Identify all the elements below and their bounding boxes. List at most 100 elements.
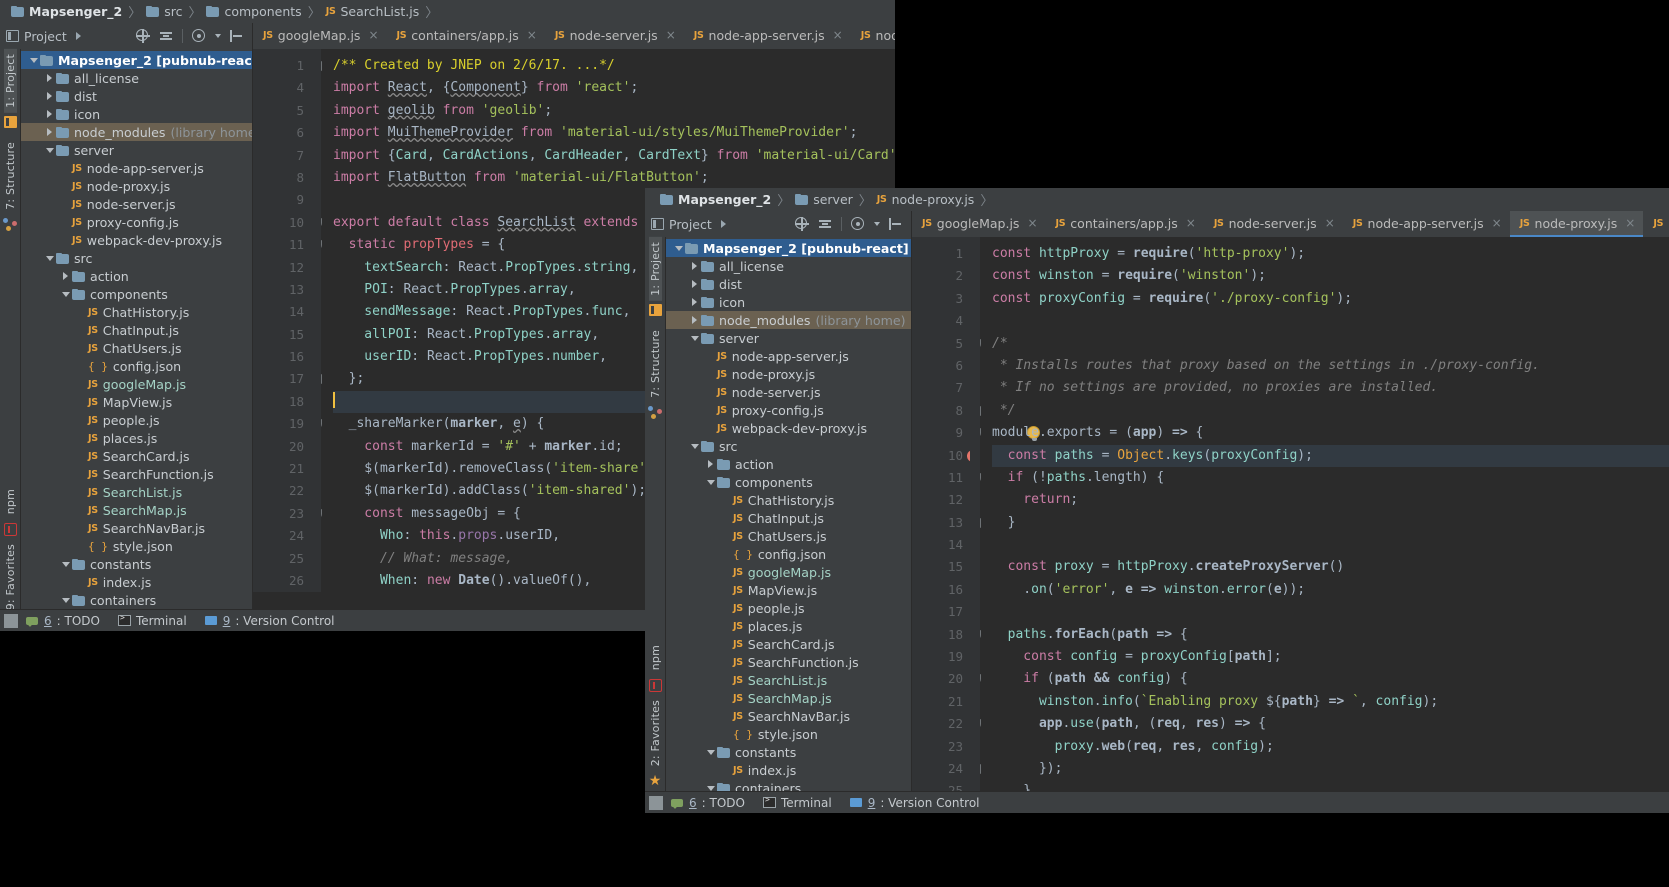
left-tool-strip[interactable]: 1: Project 7: Structure npm 9: Favorites… xyxy=(0,49,21,631)
fold-bar[interactable] xyxy=(970,237,980,791)
tool-tab-structure[interactable]: 7: Structure xyxy=(4,137,17,215)
tree-node[interactable]: src xyxy=(666,437,911,455)
chevron-down-icon[interactable] xyxy=(59,561,72,567)
tree-node[interactable]: JS ChatUsers.js xyxy=(666,527,911,545)
breadcrumb-item[interactable]: src xyxy=(143,4,185,19)
tree-node[interactable]: action xyxy=(666,455,911,473)
editor-tab[interactable]: JS googleMap.js × xyxy=(912,211,1046,237)
tree-node[interactable]: JS ChatHistory.js xyxy=(666,491,911,509)
tree-node[interactable]: JS index.js xyxy=(666,761,911,779)
scroll-from-source-icon[interactable] xyxy=(795,217,809,231)
chevron-down-icon[interactable] xyxy=(704,785,717,791)
collapse-all-icon[interactable] xyxy=(159,29,173,43)
fold-bar[interactable] xyxy=(311,49,321,593)
chevron-down-icon[interactable] xyxy=(27,57,40,63)
editor-tab[interactable]: JS containers/app.js × xyxy=(387,23,545,49)
editor-gutter[interactable]: 12345−6789−1011−12131415161718−1920−2122… xyxy=(912,237,1040,791)
tool-tab-npm[interactable]: npm xyxy=(4,484,17,519)
tree-node[interactable]: JS MapView.js xyxy=(21,393,252,411)
tree-node[interactable]: constants xyxy=(666,743,911,761)
chevron-down-icon[interactable] xyxy=(215,34,221,38)
breadcrumb-item[interactable]: Mapsenger_2 xyxy=(8,4,125,19)
tree-node[interactable]: JS ChatInput.js xyxy=(21,321,252,339)
project-tree[interactable]: Mapsenger_2 [pubnub-react] (~/Sit all_lic… xyxy=(21,49,253,631)
project-tree[interactable]: Mapsenger_2 [pubnub-react] (~/Sit all_lic… xyxy=(666,237,912,791)
tool-tab-structure[interactable]: 7: Structure xyxy=(649,325,662,403)
tree-node[interactable]: JS SearchList.js xyxy=(666,671,911,689)
tree-node[interactable]: JS SearchNavBar.js xyxy=(21,519,252,537)
tree-node[interactable]: server xyxy=(666,329,911,347)
project-tool-window-header[interactable]: Project xyxy=(645,211,912,237)
tree-node[interactable]: JS places.js xyxy=(21,429,252,447)
editor-tab[interactable]: JS node-server.js × xyxy=(545,23,684,49)
chevron-down-icon[interactable] xyxy=(704,479,717,485)
tool-tab-favorites[interactable]: 9: Favorites xyxy=(4,539,17,615)
status-bar-item[interactable]: 9: Version Control xyxy=(204,614,335,628)
gear-icon[interactable] xyxy=(192,29,206,43)
close-icon[interactable]: × xyxy=(1027,216,1037,230)
status-bar-item[interactable]: 9: Version Control xyxy=(849,796,980,810)
tool-tab-project[interactable]: 1: Project xyxy=(3,49,17,113)
tree-node[interactable]: action xyxy=(21,267,252,285)
tree-node[interactable]: JS node-app-server.js xyxy=(666,347,911,365)
status-bar-item[interactable]: Terminal xyxy=(117,613,187,628)
tree-node[interactable]: JS SearchMap.js xyxy=(21,501,252,519)
ide-window-nodeproxy[interactable]: Mapsenger_2 〉 server 〉 JS node-proxy.js 〉 Proj… xyxy=(645,188,1669,813)
editor-gutter[interactable]: 1+ 4 5 6 7 8 9 10−11− 12 13 14 15 16 17 18 19− 20 21 22 23−… xyxy=(253,49,322,593)
close-icon[interactable]: × xyxy=(1625,216,1635,230)
code-editor[interactable]: 12345−6789−1011−12131415161718−1920−2122… xyxy=(912,237,1669,791)
chevron-right-icon[interactable] xyxy=(43,92,56,100)
hide-panel-icon[interactable] xyxy=(889,217,903,231)
tree-node[interactable]: Mapsenger_2 [pubnub-react] (~/Sit xyxy=(21,51,252,69)
gear-icon[interactable] xyxy=(851,217,865,231)
close-icon[interactable]: × xyxy=(1492,216,1502,230)
chevron-right-icon[interactable] xyxy=(688,262,701,270)
tree-node[interactable]: node_modules (library home) xyxy=(666,311,911,329)
tree-node[interactable]: JS SearchList.js xyxy=(21,483,252,501)
chevron-down-icon[interactable] xyxy=(704,749,717,755)
editor-tab[interactable]: JS node-server.js × xyxy=(1204,211,1343,237)
tree-node[interactable]: all_license xyxy=(666,257,911,275)
tree-node[interactable]: icon xyxy=(666,293,911,311)
tool-tab-npm[interactable]: npm xyxy=(649,640,662,675)
tree-node[interactable]: dist xyxy=(666,275,911,293)
tree-node[interactable]: JS people.js xyxy=(21,411,252,429)
tree-node[interactable]: constants xyxy=(21,555,252,573)
chevron-down-icon[interactable] xyxy=(874,222,880,226)
tree-node[interactable]: JS proxy-config.js xyxy=(21,213,252,231)
tree-node[interactable]: components xyxy=(666,473,911,491)
tree-node[interactable]: JS webpack-dev-proxy.js xyxy=(21,231,252,249)
expand-chevron-icon[interactable] xyxy=(75,32,81,40)
tree-node[interactable]: JS SearchFunction.js xyxy=(21,465,252,483)
breadcrumb-item[interactable]: Mapsenger_2 xyxy=(657,192,774,207)
chevron-right-icon[interactable] xyxy=(43,110,56,118)
editor-tab[interactable]: JSnode-proxy.js× xyxy=(851,23,895,49)
tree-node[interactable]: JS googleMap.js xyxy=(666,563,911,581)
editor-tab[interactable]: JS googleMap.js × xyxy=(253,23,387,49)
close-icon[interactable]: × xyxy=(527,28,537,42)
chevron-down-icon[interactable] xyxy=(43,147,56,153)
tool-tab-project[interactable]: 1: Project xyxy=(648,237,662,301)
breadcrumb-item[interactable]: server xyxy=(792,192,856,207)
tree-node[interactable]: containers xyxy=(21,591,252,609)
editor-tab[interactable]: JS node-app-server.js × xyxy=(1343,211,1510,237)
tree-node[interactable]: JS SearchFunction.js xyxy=(666,653,911,671)
editor-tab[interactable]: JS node-app-server.js × xyxy=(684,23,851,49)
status-bar-layout-icon[interactable] xyxy=(649,796,663,810)
tree-node[interactable]: JS ChatUsers.js xyxy=(21,339,252,357)
status-bar-item[interactable]: 6: TODO xyxy=(671,796,745,810)
chevron-right-icon[interactable] xyxy=(688,316,701,324)
left-tool-strip[interactable]: 1: Project 7: Structure npm 2: Favorites… xyxy=(645,237,666,791)
status-bar-item[interactable]: 6: TODO xyxy=(26,614,100,628)
close-icon[interactable]: × xyxy=(1325,216,1335,230)
tree-node[interactable]: JS proxy-config.js xyxy=(666,401,911,419)
tool-tab-favorites[interactable]: 2: Favorites xyxy=(649,695,662,771)
tree-node[interactable]: JS node-proxy.js xyxy=(666,365,911,383)
tree-node[interactable]: icon xyxy=(21,105,252,123)
tree-node[interactable]: JS node-server.js xyxy=(21,195,252,213)
close-icon[interactable]: × xyxy=(833,28,843,42)
chevron-right-icon[interactable] xyxy=(59,272,72,280)
chevron-down-icon[interactable] xyxy=(688,443,701,449)
tree-node[interactable]: JS index.js xyxy=(21,573,252,591)
chevron-right-icon[interactable] xyxy=(688,298,701,306)
